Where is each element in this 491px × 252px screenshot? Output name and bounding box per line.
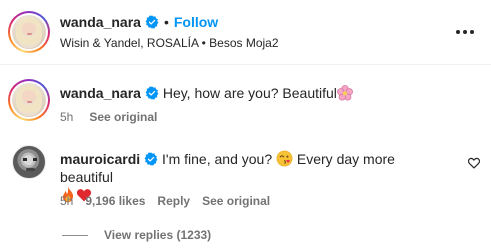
see-original-button[interactable]: See original [89,110,157,124]
likes-count[interactable]: 9,196 likes [85,194,145,208]
comment-text: Hey, how are you? Beautiful [162,85,337,101]
audio-subtitle[interactable]: Wisin & Yandel, ROSALÍA • Besos Moja2 [60,36,279,50]
comment-text-part1: I'm fine, and you? [162,151,273,167]
avatar-wanda-comment[interactable] [8,79,50,121]
avatar-mauro[interactable] [12,145,46,179]
header-username[interactable]: wanda_nara [60,14,141,30]
post-header: wanda_nara • Follow Wisin & Yandel, ROSAL… [0,0,491,64]
comment-meta: 5h See original [60,110,173,124]
verified-badge-icon [145,15,159,29]
replies-divider-line [62,235,88,236]
more-options-icon[interactable] [456,24,474,40]
follow-button[interactable]: Follow [174,14,218,30]
comment-meta: 5h 9,196 likes Reply See original [60,194,286,208]
see-original-button[interactable]: See original [202,194,270,208]
comment-time[interactable]: 5h [60,110,73,124]
separator-dot: • [163,14,169,30]
header-title-row: wanda_nara • Follow [60,14,218,32]
view-replies-button[interactable]: View replies (1233) [104,228,211,242]
flower-emoji-icon [336,85,353,101]
comment-body: wanda_nara Hey, how are you? Beautiful [60,84,353,102]
comment-time[interactable]: 5h [60,194,73,208]
verified-badge-icon [144,152,158,166]
comment-username[interactable]: wanda_nara [60,85,141,101]
reply-button[interactable]: Reply [157,194,190,208]
verified-badge-icon [145,86,159,100]
like-comment-heart-icon[interactable] [467,156,481,170]
avatar-wanda-header[interactable] [8,11,50,53]
kiss-face-emoji-icon [276,150,293,167]
header-divider [0,64,491,65]
comment-username[interactable]: mauroicardi [60,151,140,167]
